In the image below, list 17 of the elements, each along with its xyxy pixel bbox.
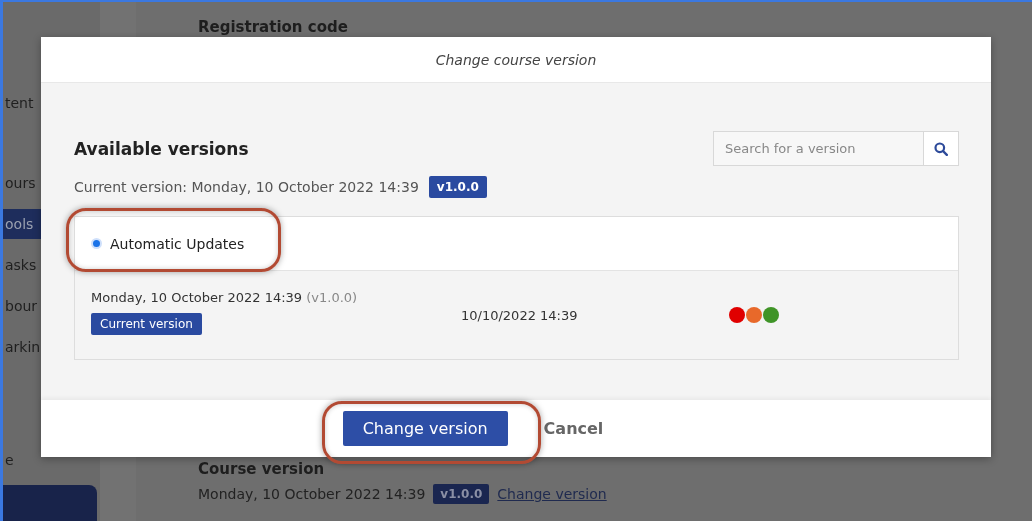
current-version-text: Current version: Monday, 10 October 2022 14:39	[74, 179, 419, 195]
section-heading: Course version	[198, 460, 326, 478]
search-icon	[934, 141, 948, 156]
search-button[interactable]	[923, 131, 959, 166]
version-badge: v1.0.0	[428, 176, 487, 198]
change-version-button[interactable]: Change version	[342, 411, 508, 446]
dialog-title: Change course version	[435, 51, 597, 68]
version-badge: v1.0.0	[433, 484, 490, 504]
cancel-button[interactable]: Cancel	[537, 418, 610, 439]
version-date: Monday, 10 October 2022 14:39 (v1.0.0)	[91, 289, 358, 305]
version-timestamp: 10/10/2022 14:39	[461, 307, 579, 323]
section-heading: Registration code	[198, 18, 349, 36]
radio-button[interactable]	[91, 238, 102, 249]
current-version-tag: Current version	[91, 312, 202, 335]
section-heading: Available versions	[74, 138, 249, 159]
search-field[interactable]: Search for a version	[713, 131, 923, 166]
version-date: Monday, 10 October 2022 14:39	[198, 486, 426, 502]
